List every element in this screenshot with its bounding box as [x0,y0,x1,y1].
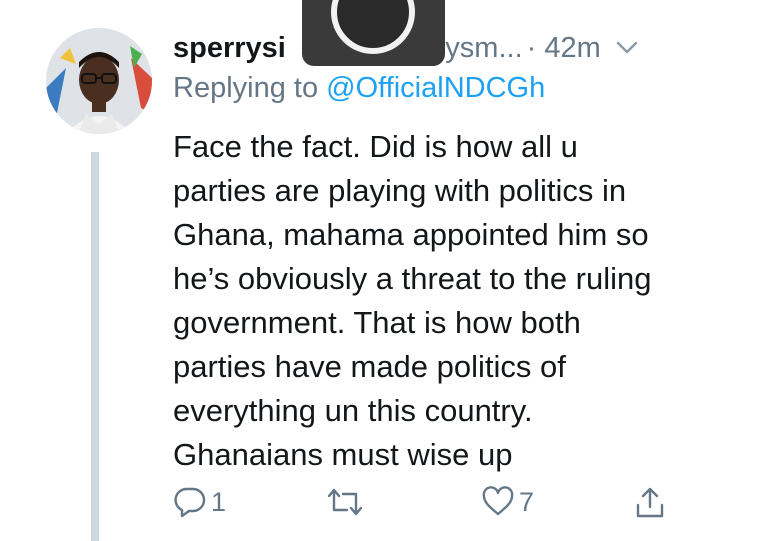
like-button[interactable]: 7 [481,485,534,519]
heart-icon [481,485,515,519]
thread-line [91,152,99,541]
reply-count: 1 [211,486,227,517]
author-name[interactable]: sperrysi [173,32,286,65]
tweet-text-line: Face the fact. Did is how all u [173,129,578,164]
reply-icon [173,485,207,519]
tweet-time[interactable]: · 42m [527,32,601,65]
tweet-text-line: Ghana, mahama appointed him so [173,217,649,252]
tweet-text-line: government. That is how both [173,305,581,340]
share-button[interactable] [633,485,667,521]
action-bar: 1 7 [173,485,693,531]
tweet-text-line: everything un this country. [173,393,533,428]
replying-to-label: Replying to [173,72,327,104]
tweet-text-line: parties are playing with politics in [173,173,627,208]
chevron-down-icon[interactable] [615,40,639,56]
replying-to: Replying to @OfficialNDCGh [173,72,545,105]
share-icon [633,485,667,521]
tweet-text: Face the fact. Did is how all u parties … [173,125,753,477]
like-count: 7 [519,486,535,517]
retweet-icon [325,485,365,519]
retweet-button[interactable] [325,485,369,519]
tweet-header: sperrysi errysm... · 42m [173,28,743,68]
tweet[interactable]: sperrysi errysm... · 42m Replying to @Of… [0,0,770,541]
tweet-text-line: Ghanaians must wise up [173,437,513,472]
reply-button[interactable]: 1 [173,485,226,519]
tweet-text-line: he’s obviously a threat to the ruling [173,261,652,296]
tweet-text-line: parties have made politics of [173,349,566,384]
mention-link[interactable]: @OfficialNDCGh [326,72,545,104]
avatar[interactable] [46,28,152,134]
